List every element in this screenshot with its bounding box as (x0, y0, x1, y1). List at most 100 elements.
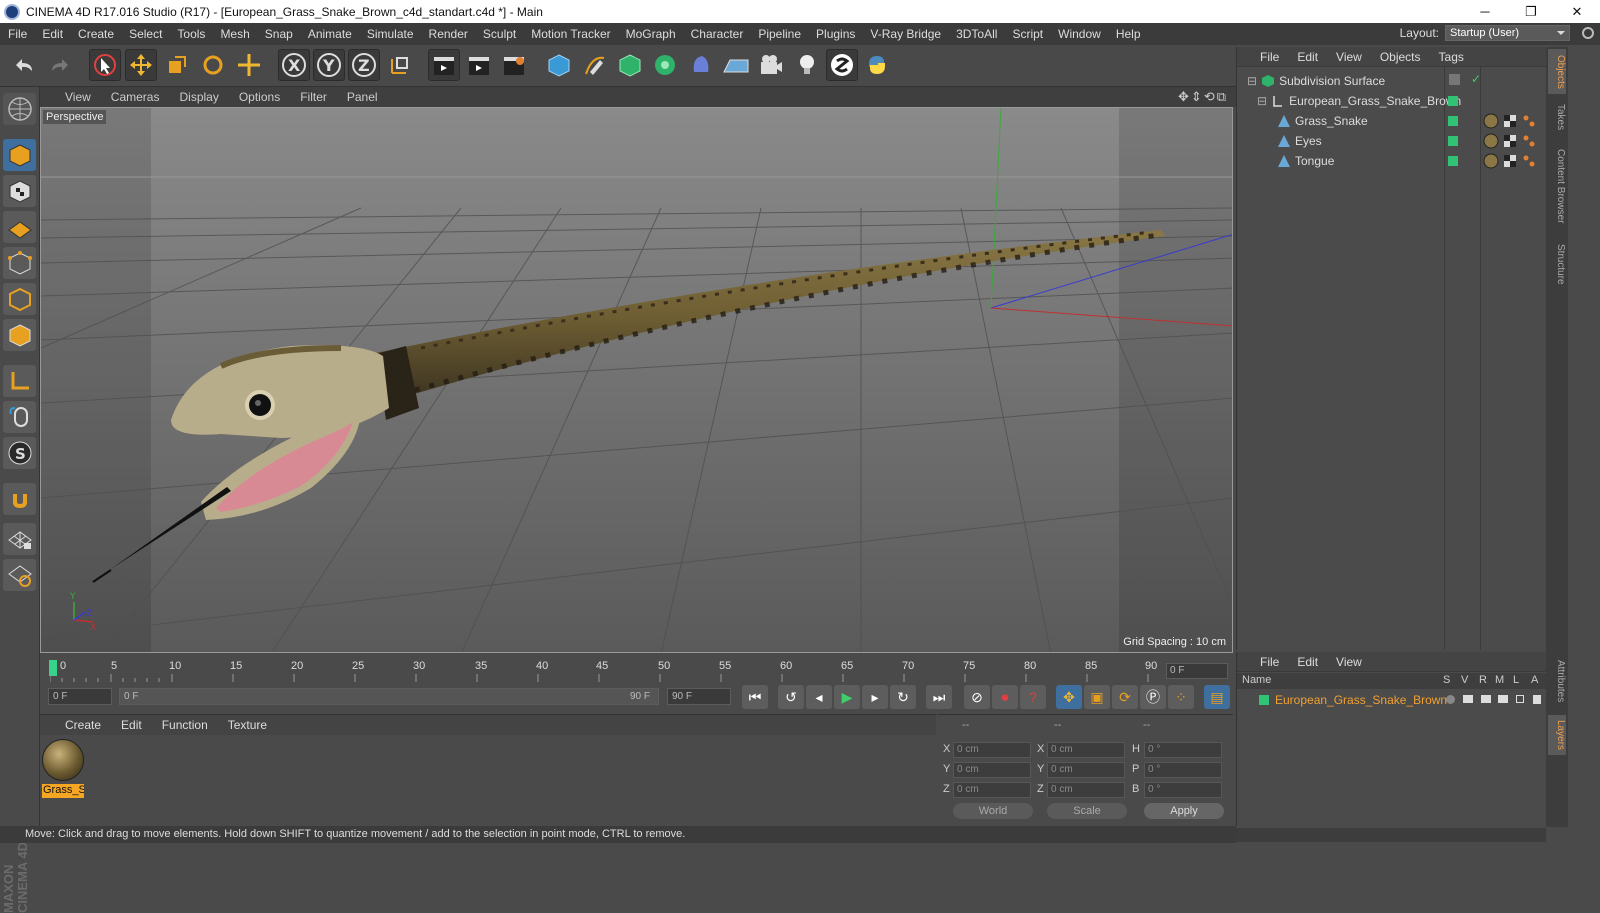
object-menu-edit[interactable]: Edit (1297, 50, 1318, 64)
floor-button[interactable] (720, 49, 752, 81)
restore-button[interactable]: ❐ (1508, 4, 1554, 20)
menu-plugins[interactable]: Plugins (816, 27, 855, 41)
layer-color-swatch[interactable] (1448, 156, 1458, 166)
camera-button[interactable] (755, 49, 787, 81)
layer-color-swatch[interactable] (1448, 116, 1458, 126)
render-settings-button[interactable] (498, 49, 530, 81)
keyframe-selection-button[interactable]: ? (1020, 685, 1046, 709)
light-button[interactable] (791, 49, 823, 81)
workplane-lock-button[interactable] (3, 523, 36, 555)
python-button[interactable] (861, 49, 893, 81)
material-tag-icon[interactable] (1483, 113, 1499, 129)
position-x-field[interactable]: 0 cm (953, 742, 1031, 758)
size-z-field[interactable]: 0 cm (1047, 782, 1125, 798)
menu-script[interactable]: Script (1012, 27, 1043, 41)
layer-color-swatch[interactable] (1259, 695, 1269, 705)
material-thumbnail[interactable]: Grass_Sn (42, 739, 84, 798)
layer-animation-toggle[interactable] (1533, 695, 1541, 704)
menu-create[interactable]: Create (78, 27, 114, 41)
tab-layers[interactable]: Layers (1548, 715, 1566, 755)
next-frame-button[interactable]: ▸ (862, 685, 888, 709)
texture-tag-icon[interactable] (1502, 133, 1518, 149)
make-editable-button[interactable] (3, 93, 36, 125)
phong-tag-icon[interactable] (1521, 113, 1537, 129)
menu-character[interactable]: Character (691, 27, 744, 41)
viewport-menu-cameras[interactable]: Cameras (111, 90, 160, 104)
minimize-button[interactable]: ─ (1462, 4, 1508, 19)
layer-solo-toggle[interactable] (1446, 695, 1455, 704)
play-button[interactable]: ▶ (834, 685, 860, 709)
viewport-menu-view[interactable]: View (65, 90, 91, 104)
x-axis-button[interactable]: X (278, 49, 310, 81)
menu-select[interactable]: Select (129, 27, 162, 41)
texture-tag-icon[interactable] (1502, 113, 1518, 129)
material-menu-edit[interactable]: Edit (121, 718, 142, 732)
visibility-toggle[interactable] (1449, 74, 1460, 85)
object-row[interactable]: ⊟ European_Grass_Snake_Brown (1237, 91, 1547, 111)
menu-vray-bridge[interactable]: V-Ray Bridge (870, 27, 941, 41)
rotation-h-field[interactable]: 0 ° (1144, 742, 1222, 758)
layer-view-toggle[interactable] (1463, 695, 1473, 703)
texture-mode-button[interactable] (3, 175, 36, 207)
menu-tools[interactable]: Tools (177, 27, 205, 41)
object-menu-file[interactable]: File (1260, 50, 1279, 64)
menu-motion-tracker[interactable]: Motion Tracker (531, 27, 610, 41)
object-row[interactable]: Tongue (1237, 151, 1547, 171)
phong-tag-icon[interactable] (1521, 153, 1537, 169)
mograph-cloner-button[interactable] (649, 49, 681, 81)
layer-lock-toggle[interactable] (1516, 695, 1524, 703)
menu-sculpt[interactable]: Sculpt (483, 27, 516, 41)
subdivision-button[interactable] (614, 49, 646, 81)
layer-color-swatch[interactable] (1448, 136, 1458, 146)
menu-file[interactable]: File (8, 27, 27, 41)
menu-3dtoall[interactable]: 3DToAll (956, 27, 997, 41)
transform-tool-button[interactable] (233, 49, 265, 81)
snap-button[interactable] (3, 483, 36, 515)
search-icon[interactable] (1582, 27, 1594, 39)
deformer-button[interactable] (685, 49, 717, 81)
polygons-mode-button[interactable] (3, 319, 36, 351)
object-row[interactable]: ⊟ Subdivision Surface ✓ (1237, 71, 1547, 91)
render-picture-viewer-button[interactable] (463, 49, 495, 81)
layer-menu-file[interactable]: File (1260, 655, 1279, 669)
enable-axis-button[interactable] (3, 365, 36, 397)
object-row[interactable]: Eyes (1237, 131, 1547, 151)
layer-row[interactable]: European_Grass_Snake_Brown (1237, 690, 1547, 710)
menu-render[interactable]: Render (429, 27, 468, 41)
workplane-align-button[interactable] (3, 559, 36, 591)
object-menu-objects[interactable]: Objects (1380, 50, 1421, 64)
tab-content-browser[interactable]: Content Browser (1548, 142, 1566, 230)
previous-frame-button[interactable]: ◂ (806, 685, 832, 709)
material-tag-icon[interactable] (1483, 153, 1499, 169)
viewport-navigation-icons[interactable]: ✥⇕⟲⧉ (1178, 89, 1228, 105)
cube-object-button[interactable] (543, 49, 575, 81)
tab-objects[interactable]: Objects (1548, 49, 1566, 94)
render-view-button[interactable] (428, 49, 460, 81)
layer-render-toggle[interactable] (1481, 695, 1491, 703)
layer-manager-toggle[interactable] (1498, 695, 1508, 703)
menu-pipeline[interactable]: Pipeline (758, 27, 801, 41)
viewport-menu-options[interactable]: Options (239, 90, 280, 104)
model-mode-button[interactable] (3, 139, 36, 171)
current-frame-field[interactable]: 0 F (1166, 663, 1228, 679)
texture-tag-icon[interactable] (1502, 153, 1518, 169)
checkmark-icon[interactable]: ✓ (1471, 72, 1481, 86)
menu-mograph[interactable]: MoGraph (626, 27, 676, 41)
layer-menu-view[interactable]: View (1336, 655, 1362, 669)
menu-animate[interactable]: Animate (308, 27, 352, 41)
size-mode-dropdown[interactable]: Scale (1047, 803, 1127, 819)
redo-button[interactable] (44, 49, 76, 81)
tab-structure[interactable]: Structure (1548, 237, 1566, 292)
apply-button[interactable]: Apply (1144, 803, 1224, 819)
next-key-button[interactable]: ↻ (890, 685, 916, 709)
previous-key-button[interactable]: ↺ (778, 685, 804, 709)
coordinate-system-button[interactable] (384, 49, 416, 81)
pen-spline-button[interactable] (579, 49, 611, 81)
expand-toggle-icon[interactable]: ⊟ (1247, 74, 1257, 88)
viewport-menu-panel[interactable]: Panel (347, 90, 378, 104)
go-to-start-button[interactable]: ⏮ (742, 685, 768, 709)
go-to-end-button[interactable]: ⏭ (926, 685, 952, 709)
timeline-ruler[interactable]: 0 5 10 15 20 25 30 35 40 45 50 55 60 65 … (40, 654, 1236, 684)
rotate-tool-button[interactable] (197, 49, 229, 81)
menu-edit[interactable]: Edit (42, 27, 63, 41)
